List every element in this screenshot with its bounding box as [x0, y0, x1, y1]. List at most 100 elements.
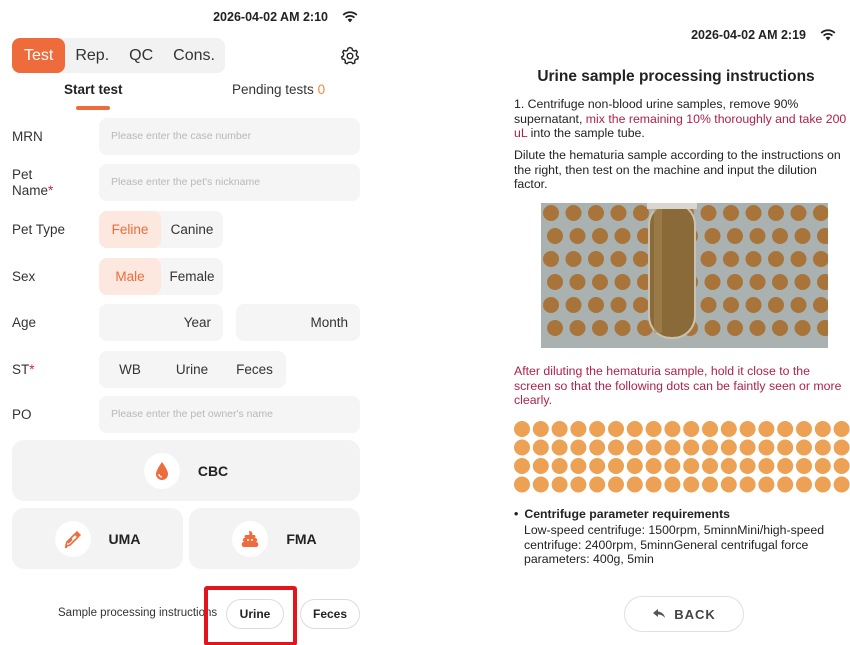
settings-gear-icon[interactable]	[340, 46, 360, 66]
tab-reports[interactable]: Rep.	[65, 38, 119, 73]
fma-test-card[interactable]: FMA	[189, 508, 360, 569]
test-dot	[664, 421, 681, 437]
tab-start-test[interactable]: Start test	[64, 82, 123, 97]
test-dot	[777, 476, 794, 493]
page-title: Urine sample processing instructions	[537, 68, 815, 85]
centrifuge-parameters-text: Low-speed centrifuge: 1500rpm, 5minnMini…	[524, 523, 825, 566]
test-dot	[626, 421, 643, 437]
test-dot	[720, 476, 737, 493]
photo-dot	[569, 274, 586, 290]
age-month-input[interactable]: Month	[236, 304, 360, 341]
sex-selector: Male Female	[99, 258, 223, 295]
photo-dot	[569, 228, 586, 244]
pet-owner-row: PO Please enter the pet owner's name	[0, 396, 372, 433]
status-bar: 2026-04-02 AM 2:19	[691, 28, 836, 42]
test-dot	[702, 458, 718, 474]
centrifuge-parameters-title: Centrifuge parameter requirements	[514, 507, 730, 521]
back-button[interactable]: BACK	[624, 596, 744, 632]
sample-type-feces-option[interactable]: Feces	[223, 351, 286, 388]
sex-female-option[interactable]: Female	[161, 258, 223, 295]
photo-dot	[790, 251, 807, 267]
age-year-input[interactable]: Year	[99, 304, 223, 341]
pet-owner-input[interactable]: Please enter the pet owner's name	[99, 396, 360, 433]
test-dots-grid	[514, 420, 850, 494]
mrn-label: MRN	[12, 129, 43, 144]
test-dot	[758, 458, 775, 474]
mrn-input[interactable]: Please enter the case number	[99, 118, 360, 155]
test-dot	[589, 439, 606, 456]
test-dot	[551, 421, 568, 437]
tab-test[interactable]: Test	[12, 38, 66, 73]
feces-instructions-button[interactable]: Feces	[300, 599, 360, 629]
test-dot	[683, 476, 700, 493]
test-dot	[758, 421, 775, 437]
photo-dot	[700, 205, 717, 221]
photo-dot	[547, 274, 563, 290]
photo-dot	[588, 205, 604, 221]
photo-dot	[745, 251, 762, 267]
after-dilution-text: After diluting the hematuria sample, hol…	[514, 364, 842, 407]
pet-type-feline-option[interactable]: Feline	[99, 211, 161, 248]
photo-dot	[547, 228, 563, 244]
test-dot	[777, 458, 794, 474]
wifi-icon	[820, 29, 836, 41]
uma-test-card[interactable]: UMA	[12, 508, 183, 569]
test-dot	[777, 421, 794, 437]
photo-dot	[723, 297, 739, 313]
urine-instructions-screen: 2026-04-02 AM 2:19 Urine sample processi…	[502, 0, 850, 645]
photo-dot	[745, 205, 762, 221]
pet-type-label: Pet Type	[12, 222, 66, 237]
step-1-text: 1. Centrifuge non-blood urine samples, r…	[514, 97, 847, 140]
pet-name-input[interactable]: Please enter the pet's nickname	[99, 164, 360, 201]
photo-dot	[790, 205, 807, 221]
test-dot	[608, 458, 624, 474]
wifi-icon	[342, 11, 358, 23]
dilute-text: Dilute the hematuria sample according to…	[514, 148, 841, 191]
photo-dot	[633, 297, 649, 313]
photo-dot	[588, 251, 604, 267]
photo-dot	[700, 251, 717, 267]
photo-dot	[614, 274, 631, 290]
sample-tube-photo	[541, 203, 828, 348]
test-dot	[608, 476, 624, 493]
tab-consumables[interactable]: Cons.	[163, 38, 225, 73]
photo-dot	[772, 274, 788, 290]
photo-dot	[543, 251, 559, 267]
test-dot	[532, 476, 549, 493]
test-dot	[514, 476, 530, 493]
test-dot	[814, 458, 831, 474]
sample-type-urine-option[interactable]: Urine	[161, 351, 223, 388]
sample-type-wb-option[interactable]: WB	[99, 351, 161, 388]
pet-type-canine-option[interactable]: Canine	[161, 211, 223, 248]
sex-male-option[interactable]: Male	[99, 258, 161, 295]
photo-dot	[723, 251, 739, 267]
age-label: Age	[12, 315, 37, 330]
pet-owner-label: PO	[12, 407, 32, 422]
test-dot	[532, 439, 549, 456]
tab-qc[interactable]: QC	[119, 38, 163, 73]
status-datetime: 2026-04-02 AM 2:19	[691, 28, 806, 42]
photo-dot	[610, 251, 627, 267]
photo-dot	[565, 251, 582, 267]
test-dot	[702, 476, 718, 493]
test-dot	[833, 439, 850, 456]
test-dot	[532, 458, 549, 474]
status-datetime: 2026-04-02 AM 2:10	[213, 10, 328, 24]
test-dot	[739, 458, 756, 474]
test-dot	[664, 476, 681, 493]
test-dot	[645, 476, 662, 493]
active-tab-indicator	[76, 106, 110, 110]
test-dot	[608, 439, 624, 456]
photo-dot	[772, 228, 788, 244]
pet-type-row: Pet Type Feline Canine	[0, 211, 372, 248]
pet-name-row: Pet Name* Please enter the pet's nicknam…	[0, 164, 372, 201]
urine-button-highlight	[204, 586, 297, 645]
photo-dot	[768, 251, 784, 267]
photo-dot	[614, 228, 631, 244]
test-dot	[664, 458, 681, 474]
tab-pending-tests[interactable]: Pending tests 0	[232, 82, 325, 97]
photo-dot	[704, 320, 721, 336]
pet-type-selector: Feline Canine	[99, 211, 223, 248]
test-dot	[551, 476, 568, 493]
cbc-test-card[interactable]: CBC	[12, 440, 360, 501]
